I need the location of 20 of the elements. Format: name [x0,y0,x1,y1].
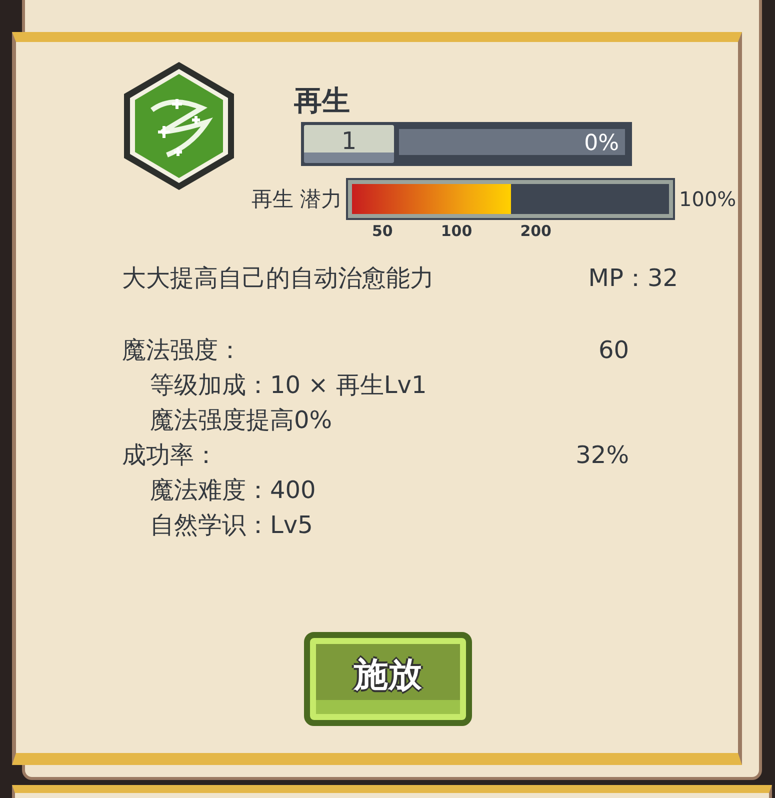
experience-reading: 0% [584,131,619,156]
skill-rank: 1 [301,122,397,166]
tick-label: 50 [372,222,393,240]
stat-value: 32% [576,440,629,468]
stat-label: 魔法强度： [122,334,242,366]
tick-label: 200 [520,222,552,240]
potential-label: 再生 潜力 [250,186,343,213]
stat-detail: 魔法强度提高0% [149,404,334,436]
skill-icon [122,60,236,192]
potential-reading: 100% [679,187,736,211]
stat-detail: 自然学识：Lv5 [149,510,314,540]
skill-description: 大大提高自己的自动治愈能力 [122,263,434,294]
tick-label: 100 [440,222,472,240]
stat-detail: 等级加成：10 × 再生Lv1 [149,370,428,400]
cast-button[interactable]: 施放 [304,632,472,726]
stat-label: 成功率： [122,440,218,470]
stat-value: 60 [598,336,629,364]
skill-name: 再生 [294,83,351,119]
stat-detail: 魔法难度：400 [149,474,317,506]
mana-cost: MP：32 [588,263,678,294]
